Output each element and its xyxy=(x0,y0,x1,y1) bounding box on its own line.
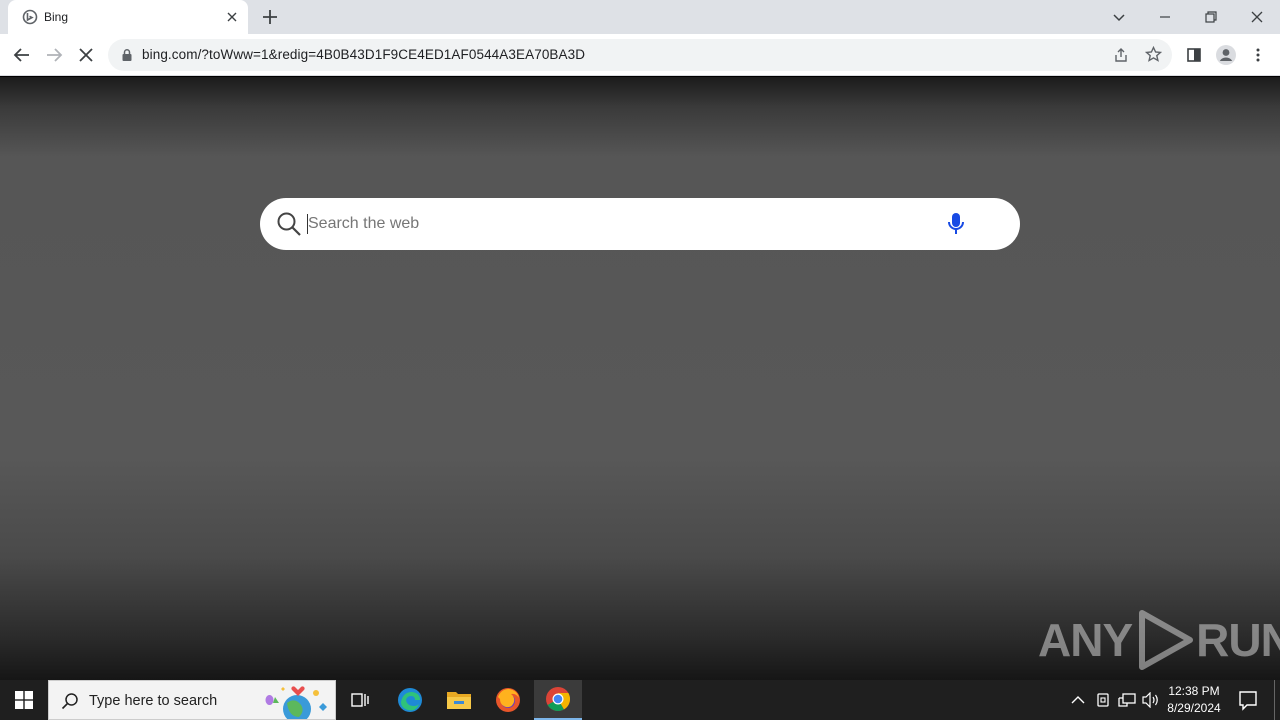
share-icon[interactable] xyxy=(1113,47,1129,63)
search-input[interactable] xyxy=(308,198,928,250)
chrome-icon xyxy=(546,687,571,712)
more-vert-icon xyxy=(1256,48,1260,62)
task-view-icon xyxy=(351,693,369,707)
side-panel-button[interactable] xyxy=(1182,43,1206,67)
profile-button[interactable] xyxy=(1214,43,1238,67)
chrome-taskbar-button[interactable] xyxy=(534,680,582,720)
url-text[interactable]: bing.com/?toWww=1&redig=4B0B43D1F9CE4ED1… xyxy=(142,47,585,62)
browser-toolbar: bing.com/?toWww=1&redig=4B0B43D1F9CE4ED1… xyxy=(0,34,1280,76)
search-highlight-icon xyxy=(265,686,327,719)
network-button[interactable] xyxy=(1117,690,1137,710)
bing-favicon-icon xyxy=(22,9,38,25)
minimize-button[interactable] xyxy=(1153,5,1177,29)
star-icon[interactable] xyxy=(1145,46,1162,63)
volume-button[interactable] xyxy=(1141,690,1161,710)
plus-icon[interactable] xyxy=(260,7,280,27)
chevron-down-icon xyxy=(1113,14,1125,22)
stop-loading-button[interactable] xyxy=(74,43,98,67)
restore-icon xyxy=(1205,11,1217,23)
device-icon xyxy=(1097,693,1109,707)
play-logo-icon xyxy=(1139,610,1194,670)
taskbar: Type here to search 12:38 PM 8/29/2024 xyxy=(0,680,1280,720)
firefox-taskbar-button[interactable] xyxy=(484,680,532,720)
profile-icon xyxy=(1216,45,1236,65)
close-window-button[interactable] xyxy=(1245,5,1269,29)
microphone-icon[interactable] xyxy=(944,211,968,237)
menu-button[interactable] xyxy=(1246,43,1270,67)
volume-icon xyxy=(1142,692,1158,708)
file-explorer-icon xyxy=(447,692,471,709)
lock-icon[interactable] xyxy=(120,48,134,62)
close-icon[interactable] xyxy=(224,9,240,25)
minimize-icon xyxy=(1160,16,1170,18)
notification-icon[interactable] xyxy=(1236,688,1260,712)
anyrun-watermark: ANY RUN xyxy=(1038,607,1280,673)
show-hidden-icons-button[interactable] xyxy=(1068,690,1088,710)
back-arrow-icon xyxy=(13,48,29,62)
back-button[interactable] xyxy=(10,43,34,67)
taskbar-search-placeholder: Type here to search xyxy=(89,693,218,709)
firefox-icon xyxy=(496,688,520,712)
edge-taskbar-button[interactable] xyxy=(386,680,434,720)
browser-tab[interactable]: Bing xyxy=(8,0,248,34)
search-box[interactable] xyxy=(260,198,1020,250)
chevron-up-icon xyxy=(1071,696,1085,704)
start-button[interactable] xyxy=(0,680,48,720)
taskbar-search[interactable]: Type here to search xyxy=(48,680,336,720)
close-icon xyxy=(1251,11,1263,23)
show-desktop-button[interactable] xyxy=(1274,680,1275,720)
forward-arrow-icon xyxy=(47,48,63,62)
bing-page: ANY RUN xyxy=(0,77,1280,680)
clock-time: 12:38 PM xyxy=(1168,684,1220,698)
tab-search-button[interactable] xyxy=(1107,5,1131,29)
network-icon xyxy=(1118,693,1136,707)
watermark-text-right: RUN xyxy=(1196,614,1280,666)
forward-button[interactable] xyxy=(42,43,66,67)
edge-icon xyxy=(398,688,422,712)
side-panel-icon xyxy=(1187,48,1201,62)
file-explorer-taskbar-button[interactable] xyxy=(435,680,483,720)
restore-button[interactable] xyxy=(1199,5,1223,29)
watermark-text-left: ANY xyxy=(1038,614,1133,666)
stop-loading-icon xyxy=(79,48,93,62)
windows-logo-icon xyxy=(15,691,33,709)
tab-title: Bing xyxy=(44,10,69,24)
task-view-button[interactable] xyxy=(336,680,384,720)
tray-device-icon-button[interactable] xyxy=(1093,690,1113,710)
clock-date: 8/29/2024 xyxy=(1167,701,1221,715)
tab-strip: Bing xyxy=(0,0,1280,34)
system-clock[interactable]: 12:38 PM 8/29/2024 xyxy=(1162,683,1226,717)
search-icon xyxy=(61,693,78,710)
address-bar[interactable]: bing.com/?toWww=1&redig=4B0B43D1F9CE4ED1… xyxy=(108,39,1172,71)
search-icon[interactable] xyxy=(276,211,302,237)
